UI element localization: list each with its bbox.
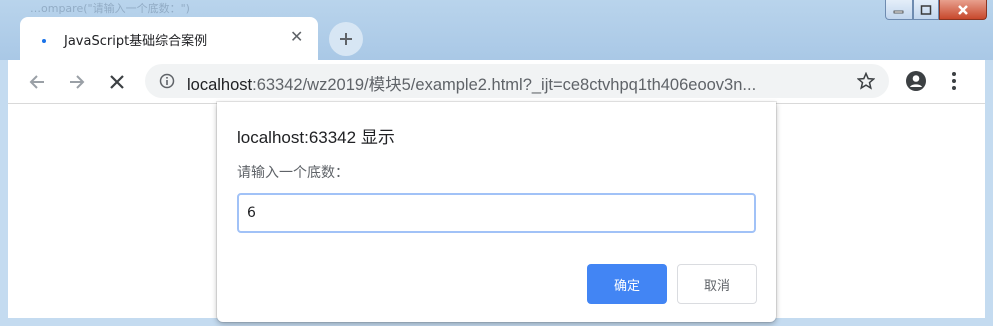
maximize-icon xyxy=(920,4,932,15)
prompt-dialog: localhost:63342 显示 请输入一个底数： 确定 取消 xyxy=(217,102,776,322)
loading-icon xyxy=(42,39,46,43)
tab-active[interactable]: JavaScript基础综合案例 ✕ xyxy=(20,17,318,60)
minimize-icon xyxy=(893,10,904,13)
window-controls xyxy=(885,0,987,20)
dialog-message: 请输入一个底数： xyxy=(237,165,349,181)
ghost-title-text: …ompare("请输入一个底数：") xyxy=(30,2,190,15)
window-frame-right xyxy=(985,60,993,326)
bookmark-star-icon[interactable] xyxy=(857,72,875,90)
window-frame-left xyxy=(0,60,8,326)
forward-icon[interactable] xyxy=(66,71,88,93)
browser-toolbar: localhost:63342/wz2019/模块5/example2.html… xyxy=(0,60,993,104)
maximize-button[interactable] xyxy=(913,0,939,20)
ok-button[interactable]: 确定 xyxy=(587,264,667,304)
minimize-button[interactable] xyxy=(885,0,913,20)
stop-icon[interactable] xyxy=(106,71,128,93)
more-menu-icon[interactable] xyxy=(950,70,958,92)
url-host: localhost xyxy=(187,76,253,94)
close-icon xyxy=(958,4,968,15)
account-icon[interactable] xyxy=(905,70,927,92)
tab-close-icon[interactable]: ✕ xyxy=(290,27,303,46)
tab-title: JavaScript基础综合案例 xyxy=(64,34,208,49)
window-titlebar: …ompare("请输入一个底数：") JavaScript基础综合案例 ✕ xyxy=(0,0,993,60)
url-path: :63342/wz2019/模块5/example2.html?_ijt=ce8… xyxy=(252,76,757,94)
info-icon[interactable] xyxy=(159,73,175,89)
address-bar[interactable]: localhost:63342/wz2019/模块5/example2.html… xyxy=(145,64,889,98)
plus-icon xyxy=(340,33,352,45)
cancel-button[interactable]: 取消 xyxy=(677,264,757,304)
back-icon[interactable] xyxy=(26,71,48,93)
new-tab-button[interactable] xyxy=(329,22,363,56)
dialog-title: localhost:63342 显示 xyxy=(237,128,395,147)
close-window-button[interactable] xyxy=(939,0,987,20)
url-text[interactable]: localhost:63342/wz2019/模块5/example2.html… xyxy=(187,71,756,95)
prompt-input[interactable] xyxy=(237,193,756,233)
